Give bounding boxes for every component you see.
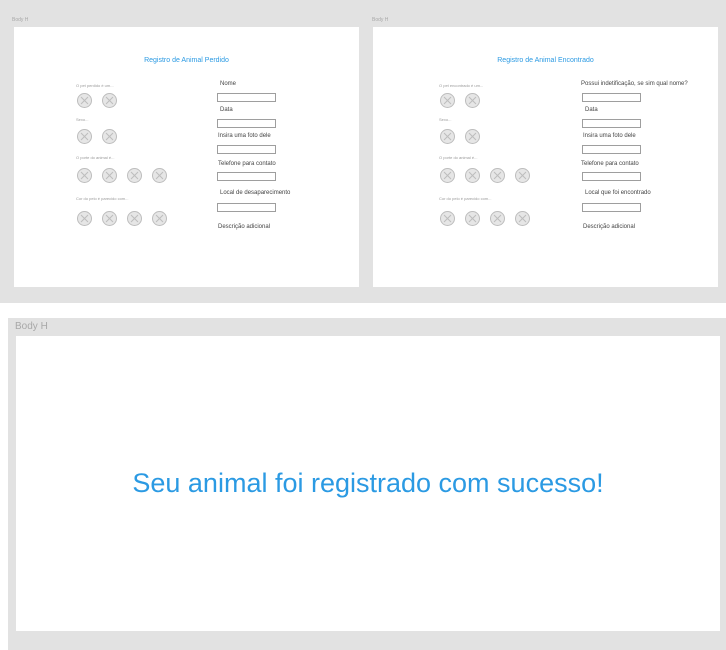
crossed-circle-icon [518,171,527,180]
fur-color-option-2[interactable] [102,211,117,226]
field-label-phone: Telefone para contato [581,161,639,167]
question-size: O porte do animal é... [439,155,478,160]
crossed-circle-icon [130,171,139,180]
identification-input[interactable] [582,93,641,102]
photo-input[interactable] [582,145,641,154]
crossed-circle-icon [80,96,89,105]
pet-type-option-1[interactable] [440,93,455,108]
crossed-circle-icon [105,96,114,105]
size-option-4[interactable] [515,168,530,183]
sex-option-2[interactable] [465,129,480,144]
pet-type-option-2[interactable] [102,93,117,108]
lost-animal-form: Registro de Animal Perdido O pet perdido… [14,27,359,287]
question-sex: Sexo... [439,117,452,122]
crossed-circle-icon [80,132,89,141]
crossed-circle-icon [443,214,452,223]
size-option-1[interactable] [77,168,92,183]
crossed-circle-icon [105,171,114,180]
size-option-2[interactable] [102,168,117,183]
crossed-circle-icon [443,171,452,180]
found-animal-frame: Body H Registro de Animal Encontrado O p… [363,0,726,303]
size-option-3[interactable] [127,168,142,183]
field-label-location: Local que foi encontrado [585,190,651,196]
question-pet-type: O pet encontrado é um... [439,83,484,88]
success-panel: Seu animal foi registrado com sucesso! [16,336,720,631]
crossed-circle-icon [155,214,164,223]
field-label-name: Nome [220,81,237,87]
sex-option-1[interactable] [77,129,92,144]
field-label-date: Data [220,107,233,113]
found-animal-form: Registro de Animal Encontrado O pet enco… [373,27,718,287]
question-sex: Sexo... [76,117,89,122]
photo-input[interactable] [217,145,276,154]
fur-color-option-3[interactable] [127,211,142,226]
crossed-circle-icon [130,214,139,223]
pet-type-option-2[interactable] [465,93,480,108]
fur-color-option-1[interactable] [440,211,455,226]
size-option-4[interactable] [152,168,167,183]
fur-color-option-2[interactable] [465,211,480,226]
field-label-identification: Possui indetificação, se sim qual nome? [581,81,688,87]
success-message: Seu animal foi registrado com sucesso! [132,468,604,498]
location-input[interactable] [217,203,276,212]
frame-label: Body H [12,17,29,23]
fur-color-option-4[interactable] [152,211,167,226]
size-option-3[interactable] [490,168,505,183]
fur-color-option-3[interactable] [490,211,505,226]
field-label-photo: Insira uma foto dele [218,133,271,139]
crossed-circle-icon [443,96,452,105]
lost-animal-frame: Body H Registro de Animal Perdido O pet … [0,0,363,303]
location-input[interactable] [582,203,641,212]
name-input[interactable] [217,93,276,102]
crossed-circle-icon [468,214,477,223]
question-fur-color: Cor do pelo é parecido com... [439,196,492,201]
sex-option-2[interactable] [102,129,117,144]
phone-input[interactable] [217,172,276,181]
fur-color-option-4[interactable] [515,211,530,226]
phone-input[interactable] [582,172,641,181]
crossed-circle-icon [443,132,452,141]
crossed-circle-icon [105,214,114,223]
field-label-description: Descrição adicional [583,224,636,230]
crossed-circle-icon [493,214,502,223]
field-label-description: Descrição adicional [218,224,271,230]
crossed-circle-icon [80,214,89,223]
field-label-date: Data [585,107,598,113]
crossed-circle-icon [468,171,477,180]
success-frame: Body H Seu animal foi registrado com suc… [8,318,726,650]
fur-color-option-1[interactable] [77,211,92,226]
date-input[interactable] [217,119,276,128]
field-label-phone: Telefone para contato [218,161,276,167]
crossed-circle-icon [468,132,477,141]
size-option-2[interactable] [465,168,480,183]
crossed-circle-icon [468,96,477,105]
frame-label: Body H [372,17,389,23]
field-label-photo: Insira uma foto dele [583,133,636,139]
crossed-circle-icon [80,171,89,180]
sex-option-1[interactable] [440,129,455,144]
question-fur-color: Cor do pelo é parecido com... [76,196,129,201]
date-input[interactable] [582,119,641,128]
question-size: O porte do animal é... [76,155,115,160]
size-option-1[interactable] [440,168,455,183]
crossed-circle-icon [518,214,527,223]
field-label-location: Local de desaparecimento [220,190,291,196]
pet-type-option-1[interactable] [77,93,92,108]
crossed-circle-icon [105,132,114,141]
crossed-circle-icon [493,171,502,180]
frame-label: Body H [15,321,48,332]
question-pet-type: O pet perdido é um... [76,83,114,88]
form-title: Registro de Animal Encontrado [497,57,594,64]
crossed-circle-icon [155,171,164,180]
form-title: Registro de Animal Perdido [144,57,229,64]
